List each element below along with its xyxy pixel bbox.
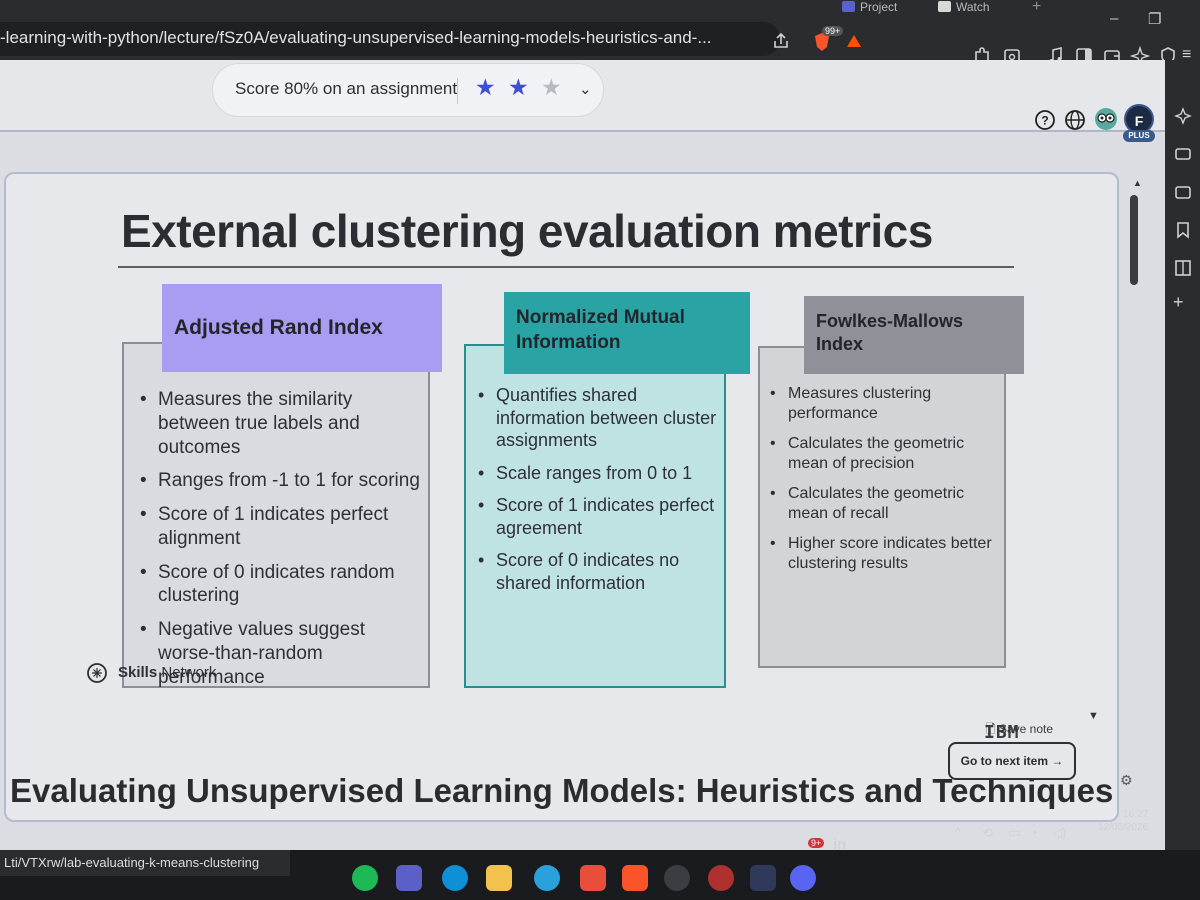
leo-side-icon[interactable]	[1173, 106, 1193, 126]
discord-badge: 9+	[808, 838, 825, 848]
course-top-bar: Score 80% on an assignment ★ ★ ★ ⌄ ? F P…	[0, 60, 1165, 142]
metric-card-ari: Measures the similarity between true lab…	[122, 342, 430, 688]
skills-network-label: Skills Network	[118, 664, 216, 681]
link-status-url: Lti/VTXrw/lab-evaluating-k-means-cluster…	[0, 850, 290, 876]
skills-word: Skills	[118, 664, 158, 681]
tray-app-icon[interactable]: ⟲	[982, 825, 993, 841]
go-to-next-item-button[interactable]: Go to next item →	[948, 742, 1076, 780]
tab-label: Watch	[956, 0, 990, 14]
clock-date: 12/05/2026	[1098, 822, 1149, 833]
language-globe-icon[interactable]	[1064, 109, 1086, 131]
tray-chevron-up-icon[interactable]: ^	[955, 825, 961, 840]
app-burst-icon[interactable]	[708, 865, 734, 891]
save-note-button[interactable]: 🗋 Save note	[986, 720, 1053, 741]
course-page: Score 80% on an assignment ★ ★ ★ ⌄ ? F P…	[0, 60, 1165, 850]
address-bar[interactable]: -learning-with-python/lecture/fSz0A/eval…	[0, 22, 780, 56]
goal-progress-pill[interactable]: Score 80% on an assignment ★ ★ ★ ⌄	[212, 63, 604, 117]
clock-time: 16:27	[1123, 809, 1149, 820]
help-icon[interactable]: ?	[1034, 109, 1056, 131]
reading-list-side-icon[interactable]	[1173, 258, 1193, 278]
network-word: Network	[161, 664, 217, 681]
goal-text: Score 80% on an assignment	[235, 79, 458, 98]
plus-badge: PLUS	[1123, 130, 1155, 142]
spotify-icon[interactable]	[352, 865, 378, 891]
share-icon[interactable]	[772, 32, 790, 50]
browser-chrome: Project Watch + – ❐ -learning-with-pytho…	[0, 0, 1200, 66]
brave-browser-icon[interactable]	[622, 865, 648, 891]
skills-network-logo-icon	[87, 663, 107, 683]
list-item: Measures the similarity between true lab…	[134, 388, 424, 459]
chevron-down-icon[interactable]: ⌄	[579, 80, 592, 98]
brave-rewards-icon[interactable]	[846, 34, 862, 48]
scrollbar-thumb[interactable]	[1130, 195, 1138, 285]
list-item: Measures clustering performance	[764, 384, 1002, 424]
bullet-list: Measures the similarity between true lab…	[134, 388, 424, 699]
list-item: Scale ranges from 0 to 1	[472, 462, 722, 485]
svg-text:?: ?	[1041, 114, 1048, 128]
minimize-icon[interactable]: –	[1110, 10, 1118, 27]
project-favicon-icon	[842, 1, 855, 12]
slide-title: External clustering evaluation metrics	[121, 205, 933, 257]
list-item: Higher score indicates better clustering…	[764, 534, 1002, 574]
star-filled-icon: ★	[508, 74, 529, 100]
list-item: Score of 1 indicates perfect alignment	[134, 503, 424, 551]
bullet-list: Quantifies shared information between cl…	[472, 384, 722, 604]
brave-shield-count: 99+	[822, 26, 844, 36]
scroll-up-arrow-icon[interactable]: ▲	[1133, 178, 1142, 188]
file-explorer-icon[interactable]	[486, 865, 512, 891]
wifi-icon[interactable]: ◔	[1030, 825, 1038, 840]
card-heading-fmi: Fowlkes-Mallows Index	[804, 296, 1024, 374]
settings-gear-icon[interactable]: ⚙	[1120, 772, 1133, 789]
add-panel-plus-icon[interactable]: +	[1173, 292, 1193, 312]
star-filled-icon: ★	[475, 74, 496, 100]
play-favicon-icon	[938, 1, 951, 12]
media-side-icon[interactable]	[1173, 144, 1193, 164]
coach-owl-icon[interactable]	[1093, 106, 1119, 132]
browser-side-panel: +	[1165, 60, 1200, 850]
title-divider	[118, 266, 1014, 268]
bullet-list: Measures clustering performance Calculat…	[764, 384, 1002, 584]
teams-icon[interactable]	[396, 865, 422, 891]
restore-icon[interactable]: ❐	[1148, 10, 1161, 28]
scroll-down-arrow-icon[interactable]: ▼	[1088, 710, 1099, 722]
address-url: -learning-with-python/lecture/fSz0A/eval…	[0, 28, 712, 47]
list-item: Score of 0 indicates random clustering	[134, 561, 424, 609]
list-item: Calculates the geometric mean of precisi…	[764, 434, 1002, 474]
list-item: Quantifies shared information between cl…	[472, 384, 722, 452]
tab-label: Project	[860, 0, 898, 14]
lesson-title: Evaluating Unsupervised Learning Models:…	[10, 772, 1114, 809]
new-tab-plus-icon[interactable]: +	[1032, 0, 1041, 16]
edge-icon[interactable]	[442, 865, 468, 891]
telegram-icon[interactable]	[534, 865, 560, 891]
list-item: Score of 0 indicates no shared informati…	[472, 549, 722, 594]
list-item: Ranges from -1 to 1 for scoring	[134, 469, 424, 493]
save-note-label: Save note	[998, 722, 1054, 736]
goal-divider	[457, 78, 458, 104]
linkedin-icon[interactable]: in	[833, 836, 846, 853]
lecture-slide: External clustering evaluation metrics M…	[4, 172, 1119, 822]
list-item: Score of 1 indicates perfect agreement	[472, 494, 722, 539]
chatgpt-icon[interactable]	[664, 865, 690, 891]
card-heading-nmi: Normalized Mutual Information	[504, 292, 750, 374]
volume-icon[interactable]: ◁)	[1052, 825, 1066, 841]
system-clock[interactable]: 16:27 12/05/2026	[1098, 808, 1148, 834]
wallet-side-icon[interactable]	[1173, 182, 1193, 202]
card-heading-ari: Adjusted Rand Index	[162, 284, 442, 372]
metric-card-fmi: Measures clustering performance Calculat…	[758, 346, 1006, 668]
tab-watch[interactable]: Watch	[938, 0, 990, 16]
terminal-icon[interactable]	[750, 865, 776, 891]
network-icon[interactable]: ▭	[1008, 825, 1020, 841]
star-empty-icon: ★	[541, 74, 562, 100]
discord-icon[interactable]	[790, 865, 816, 891]
next-item-label: Go to next item	[960, 754, 1048, 768]
tab-project[interactable]: Project	[842, 0, 897, 16]
metric-card-nmi: Quantifies shared information between cl…	[464, 344, 726, 688]
slack-icon[interactable]	[580, 865, 606, 891]
list-item: Calculates the geometric mean of recall	[764, 484, 1002, 524]
bookmarks-side-icon[interactable]	[1173, 220, 1193, 240]
